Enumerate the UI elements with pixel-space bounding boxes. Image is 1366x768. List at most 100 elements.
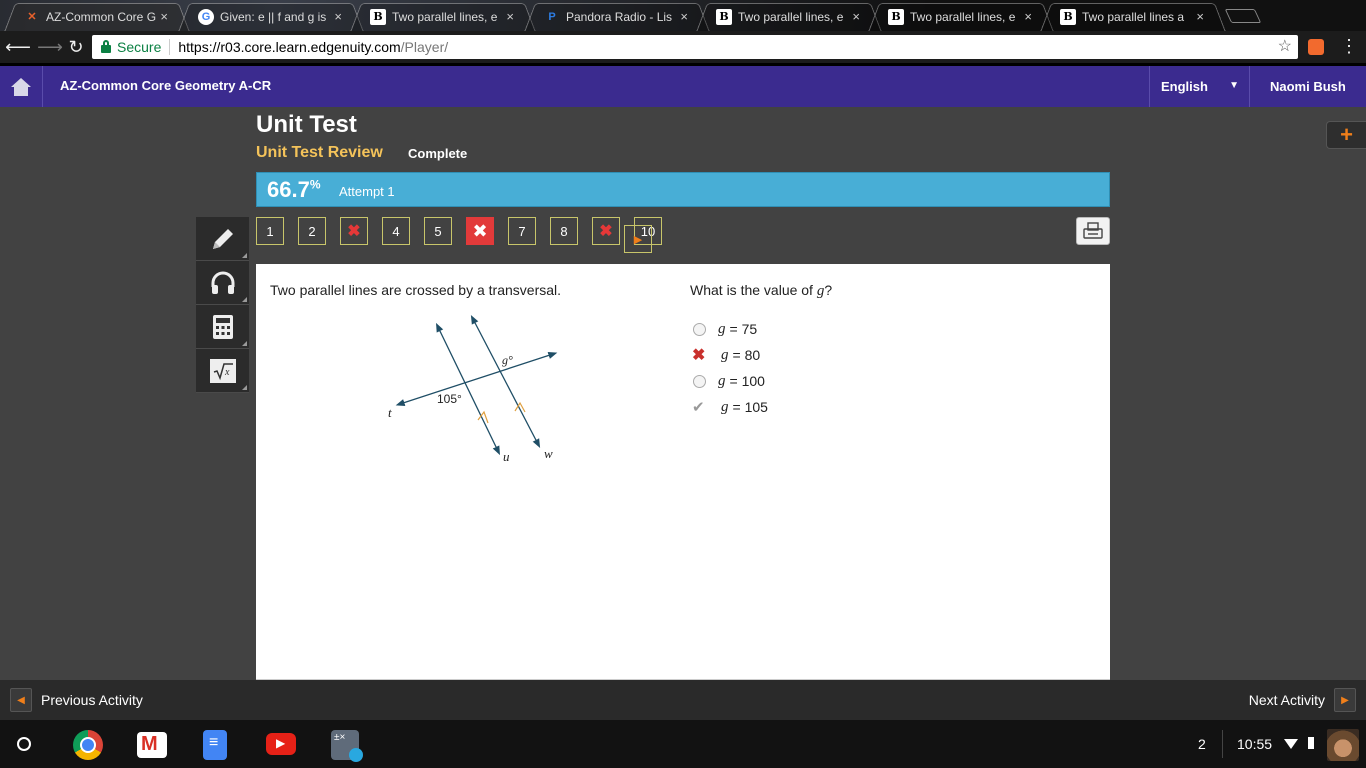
question-nav-button-4[interactable]: 4 [382,217,410,245]
address-bar[interactable]: Secure https://r03.core.learn.edgenuity.… [92,35,1298,59]
lock-icon [101,40,111,53]
answer-text: = 80 [732,347,761,363]
close-icon[interactable]: × [1196,9,1204,24]
browser-tab-6[interactable]: B Two parallel lines, e × [880,2,1042,31]
question-prompt: Two parallel lines are crossed by a tran… [270,282,562,298]
chrome-icon[interactable] [73,730,103,760]
browser-tab-3[interactable]: B Two parallel lines, e × [362,2,524,31]
angle-105-label: 105° [437,392,462,406]
back-arrow-icon[interactable]: ⟵ [4,33,32,61]
question-nav-button-6[interactable]: ✖ [466,217,494,245]
page-subtitle: Unit Test Review [256,144,383,161]
gmail-icon[interactable] [137,732,167,758]
next-activity-label: Next Activity [1248,692,1325,708]
line-w [470,314,541,449]
youtube-icon[interactable] [266,733,296,755]
page-title: Unit Test [256,111,357,138]
correct-check-icon: ✔ [692,399,705,416]
answer-choices: g = 75 ✖ g = 80 g = 100 ✔ g = 105 [690,316,768,420]
calculator-icon [212,314,233,339]
bookmark-star-icon[interactable]: ☆ [1278,36,1292,56]
secure-label: Secure [117,39,162,55]
app-header: AZ-Common Core Geometry A-CR English ▼ N… [0,66,1366,107]
answer-option-1[interactable]: g = 75 [690,316,768,342]
tab-label: AZ-Common Core G [46,9,157,24]
browser-toolbar: ⟵ ⟶ ↻ Secure https://r03.core.learn.edge… [0,31,1366,63]
extension-icon[interactable] [1308,39,1324,55]
answer-option-4[interactable]: ✔ g = 105 [690,394,768,420]
wifi-icon[interactable] [1284,739,1298,749]
new-tab-button[interactable] [1224,9,1262,23]
browser-tab-2[interactable]: G Given: e || f and g is × [190,2,352,31]
question-nav-button-7[interactable]: 7 [508,217,536,245]
url-path: /Player/ [400,39,449,55]
next-question-button[interactable]: ▶ [624,225,652,253]
formula-tool-button[interactable]: x [196,349,249,393]
answer-text: = 100 [729,373,765,389]
calculator-tool-button[interactable] [196,305,249,349]
question-nav-button-8[interactable]: 8 [550,217,578,245]
close-icon[interactable]: × [160,9,168,24]
question-nav-button-9[interactable]: ✖ [592,217,620,245]
question-nav-button-3[interactable]: ✖ [340,217,368,245]
line-t-label: t [388,405,392,420]
close-icon[interactable]: × [680,9,688,24]
previous-activity-label: Previous Activity [41,692,143,708]
close-icon[interactable]: × [1024,9,1032,24]
pandora-p-icon: P [548,10,556,23]
brainly-b-icon: B [1060,8,1076,25]
user-menu[interactable]: Naomi Bush [1249,66,1366,107]
user-name: Naomi Bush [1270,79,1346,94]
google-docs-icon[interactable] [203,730,227,760]
question-nav-button-1[interactable]: 1 [256,217,284,245]
battery-icon[interactable] [1308,737,1314,749]
close-icon[interactable]: × [506,9,514,24]
browser-tab-7[interactable]: B Two parallel lines a × [1052,2,1214,31]
browser-menu-icon[interactable]: ⋮ [1340,36,1358,57]
close-icon[interactable]: × [852,9,860,24]
incorrect-x-icon: ✖ [692,347,706,364]
line-u-label: u [503,449,510,464]
browser-tab-1[interactable]: ✕ AZ-Common Core G × [16,2,178,31]
line-t [395,351,558,407]
google-icon: G [198,8,214,25]
reload-icon[interactable]: ↻ [62,33,90,61]
chevron-right-icon: ▶ [1334,688,1356,712]
tab-label: Two parallel lines, e [910,9,1016,24]
avatar[interactable] [1327,729,1359,761]
notification-count[interactable]: 2 [1198,736,1206,752]
language-select[interactable]: English ▼ [1149,66,1249,107]
home-button[interactable] [0,66,43,107]
radio-button[interactable] [693,322,706,336]
audio-tool-button[interactable] [196,261,249,305]
clock[interactable]: 10:55 [1237,736,1272,752]
previous-activity-button[interactable]: ◀ Previous Activity [10,688,143,712]
forward-arrow-icon[interactable]: ⟶ [36,33,64,61]
course-title: AZ-Common Core Geometry A-CR [60,78,272,93]
close-icon[interactable]: × [334,9,342,24]
url-host: https://r03.core.learn.edgenuity.com [178,39,401,55]
answer-option-3[interactable]: g = 100 [690,368,768,394]
launcher-icon[interactable] [17,737,31,751]
print-button[interactable] [1076,217,1110,245]
calculator-app-icon[interactable] [331,730,363,762]
square-root-icon: x [209,358,236,383]
pencil-tool-button[interactable] [196,217,249,261]
question-navigation: 1 2 ✖ 4 5 ✖ 7 8 ✖ 10 ▶ [256,217,676,253]
browser-tab-5[interactable]: B Two parallel lines, e × [708,2,870,31]
answer-option-2[interactable]: ✖ g = 80 [690,342,768,368]
attempt-label: Attempt 1 [339,184,395,199]
score-value: 66.7% [267,177,321,202]
answer-text: = 75 [729,321,758,337]
tool-sidebar: x [196,217,249,393]
radio-button[interactable] [693,374,706,388]
question-nav-button-2[interactable]: 2 [298,217,326,245]
tab-label: Two parallel lines a [1082,9,1185,24]
browser-tab-4[interactable]: P Pandora Radio - Lis × [536,2,698,31]
next-activity-button[interactable]: Next Activity ▶ [1249,688,1356,712]
pencil-icon [212,228,233,249]
plus-button[interactable]: + [1326,121,1366,149]
brainly-b-icon: B [370,8,386,25]
question-nav-button-5[interactable]: 5 [424,217,452,245]
tab-label: Two parallel lines, e [738,9,844,24]
